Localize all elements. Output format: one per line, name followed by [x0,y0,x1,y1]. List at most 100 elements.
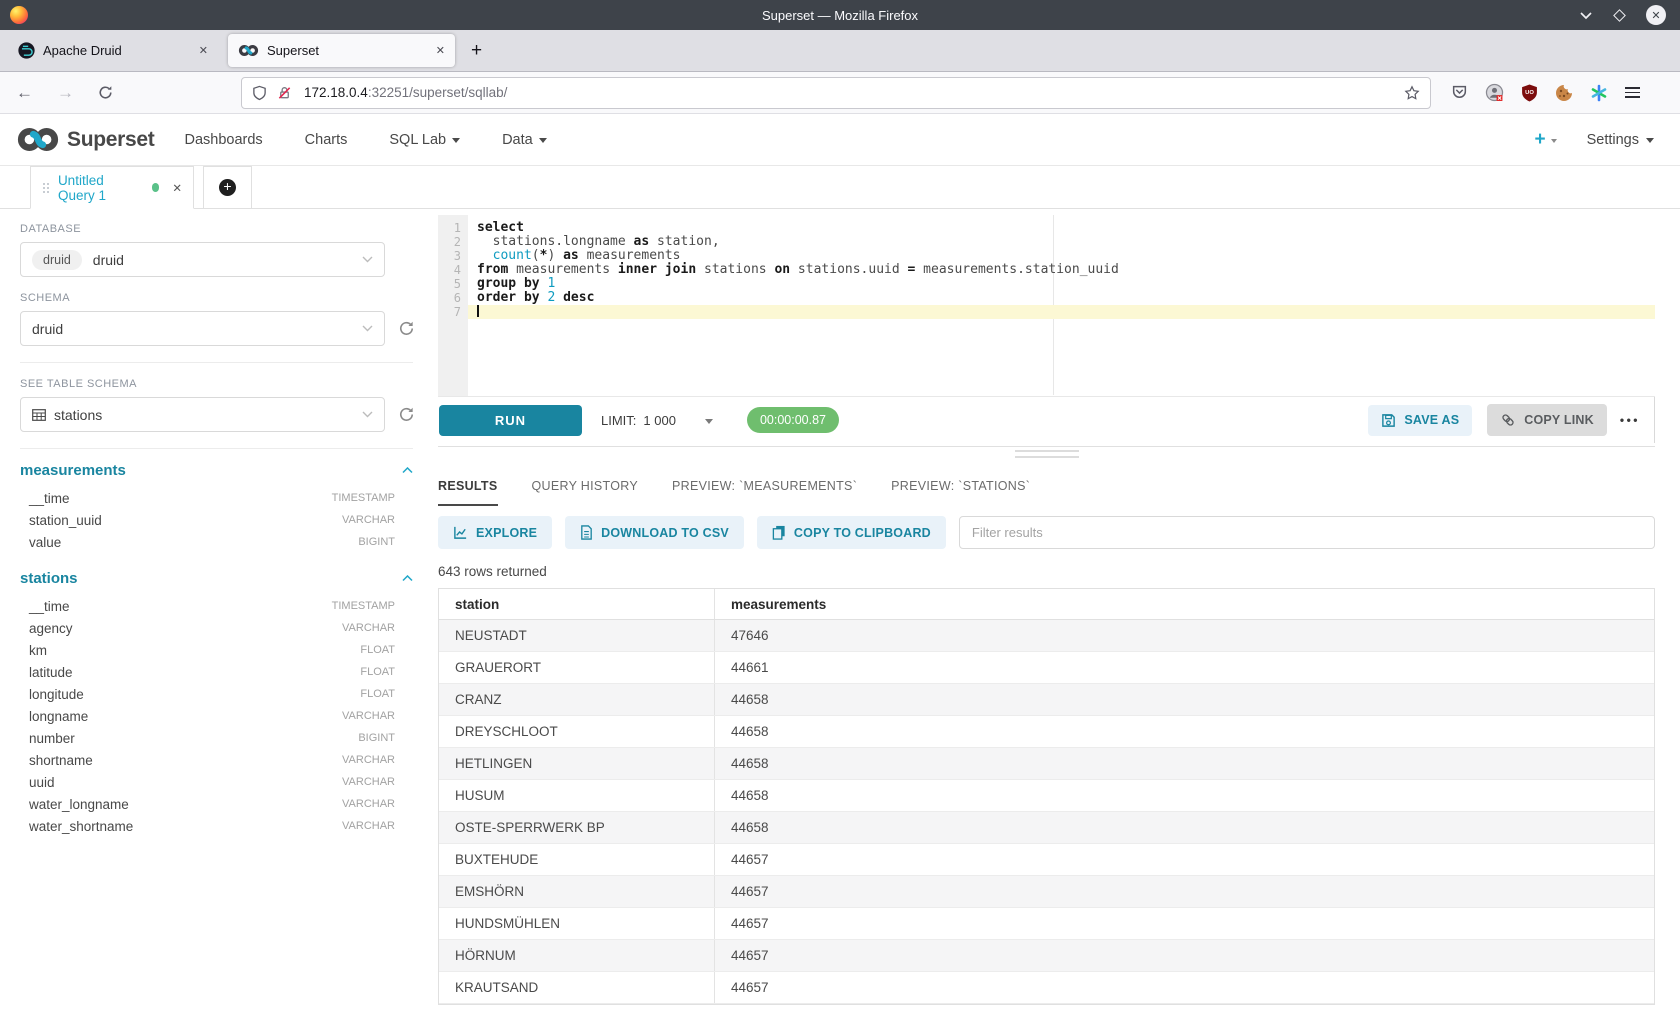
chevron-up-icon[interactable] [402,569,413,587]
line-code: stations.longname as station, [468,235,1655,249]
schema-table-toggle[interactable]: stations [20,569,413,587]
column-name: shortname [29,753,93,768]
run-button[interactable]: RUN [439,405,582,436]
refresh-schemas-icon[interactable] [398,320,415,337]
cell-measurements: 44658 [715,820,1654,835]
column-header-measurements[interactable]: measurements [715,597,1654,612]
cell-station: HÖRNUM [439,940,715,971]
menu-hamburger-icon[interactable] [1625,87,1640,98]
pocket-icon[interactable] [1451,84,1468,101]
query-tab-title: Untitled Query 1 [58,173,143,203]
result-tab-preview-stations[interactable]: PREVIEW: `STATIONS` [891,479,1030,506]
table-row: HUNDSMÜHLEN44657 [439,908,1654,940]
back-button[interactable]: ← [16,83,33,103]
filter-results-input[interactable] [959,516,1655,549]
window-close-button[interactable]: ✕ [1646,5,1666,25]
copy-link-label: COPY LINK [1524,413,1594,427]
chevron-up-icon[interactable] [402,461,413,479]
column-header-station[interactable]: station [439,589,715,619]
bookmark-star-icon[interactable] [1404,85,1420,101]
ublock-extension-icon[interactable]: UO [1521,84,1538,102]
pane-drag-handle[interactable] [1015,450,1079,458]
column-name: latitude [29,665,73,680]
cookie-extension-icon[interactable] [1555,84,1573,102]
result-tab-preview-measurements[interactable]: PREVIEW: `MEASUREMENTS` [672,479,857,506]
column-type: FLOAT [360,688,395,700]
close-icon[interactable]: ✕ [172,181,182,195]
line-number: 1 [438,221,468,235]
table-row: DREYSCHLOOT44658 [439,716,1654,748]
limit-dropdown[interactable]: LIMIT: 1 000 [601,413,713,428]
tab-close-icon[interactable]: ✕ [436,44,445,57]
svg-text:UO: UO [1525,90,1534,96]
line-code: from measurements inner join stations on… [468,263,1655,277]
tab-close-icon[interactable]: ✕ [199,44,208,57]
column-name: __time [29,491,70,506]
schema-table-toggle[interactable]: measurements [20,461,413,479]
navbar-item-dashboards[interactable]: Dashboards [184,132,262,148]
column-type: TIMESTAMP [332,600,395,612]
schema-column: longnameVARCHAR [20,705,395,727]
new-item-button[interactable]: + [1534,130,1556,149]
browser-tab-title: Superset [267,43,319,58]
shield-icon[interactable] [252,85,267,101]
new-tab-button[interactable]: + [471,40,482,62]
drag-handle-icon[interactable] [42,182,49,194]
schema-table-stations: stations__timeTIMESTAMPagencyVARCHARkmFL… [20,569,438,837]
add-query-tab-button[interactable]: + [203,166,252,208]
editor-line: 7 [438,305,1655,319]
editor-line: 2 stations.longname as station, [438,235,1655,249]
browser-tab-apache-druid[interactable]: Apache Druid ✕ [8,34,218,67]
window-minimize-button[interactable] [1579,11,1593,20]
column-type: VARCHAR [342,798,395,810]
navbar-items: Dashboards Charts SQL Lab Data [184,132,546,148]
account-extension-icon[interactable] [1485,83,1504,102]
download-csv-button[interactable]: DOWNLOAD TO CSV [565,516,744,549]
cell-measurements: 44657 [715,948,1654,963]
column-type: VARCHAR [342,710,395,722]
insecure-lock-icon[interactable] [277,85,292,101]
query-tab[interactable]: Untitled Query 1 ✕ [30,166,194,209]
copy-link-button[interactable]: COPY LINK [1487,404,1607,436]
cell-station: CRANZ [439,684,715,715]
limit-label: LIMIT: [601,413,636,428]
more-options-button[interactable]: ••• [1620,413,1640,427]
cell-station: EMSHÖRN [439,876,715,907]
save-as-button[interactable]: SAVE AS [1368,405,1472,436]
chevron-down-icon [362,256,373,263]
navbar-item-charts[interactable]: Charts [305,132,348,148]
window-maximize-button[interactable] [1613,9,1626,22]
navbar-item-data[interactable]: Data [502,132,547,148]
database-select[interactable]: druid druid [20,242,385,277]
url-bar[interactable]: 172.18.0.4:32251/superset/sqllab/ [241,77,1431,109]
line-number: 4 [438,263,468,277]
cell-station: GRAUERORT [439,652,715,683]
column-type: BIGINT [358,732,395,744]
explore-button[interactable]: EXPLORE [438,516,552,549]
forward-button[interactable]: → [57,83,74,103]
window-title: Superset — Mozilla Firefox [0,8,1680,23]
sql-editor[interactable]: 1select2 stations.longname as station,3 … [438,215,1655,397]
navbar-item-sql-lab[interactable]: SQL Lab [389,132,460,148]
table-select[interactable]: stations [20,397,385,432]
editor-line: 6order by 2 desc [438,291,1655,305]
result-tab-query-history[interactable]: QUERY HISTORY [532,479,638,506]
browser-tab-superset[interactable]: Superset ✕ [228,34,455,67]
settings-label: Settings [1587,132,1639,148]
line-code: select [468,221,1655,235]
results-table-body: NEUSTADT47646GRAUERORT44661CRANZ44658DRE… [439,620,1654,1004]
url-host: 172.18.0.4 [304,85,368,100]
result-tab-results[interactable]: RESULTS [438,479,498,506]
reload-button[interactable] [98,85,113,100]
firefox-logo-icon [10,6,28,24]
refresh-tables-icon[interactable] [398,406,415,423]
column-type: TIMESTAMP [332,492,395,504]
text-cursor [477,305,479,317]
superset-brand[interactable]: Superset [16,126,154,153]
schema-select[interactable]: druid [20,311,385,346]
cell-measurements: 44657 [715,852,1654,867]
navbar-item-label: Dashboards [184,132,262,148]
copy-clipboard-button[interactable]: COPY TO CLIPBOARD [757,516,946,549]
settings-menu[interactable]: Settings [1587,132,1654,148]
extension-asterisk-icon[interactable] [1590,84,1608,102]
